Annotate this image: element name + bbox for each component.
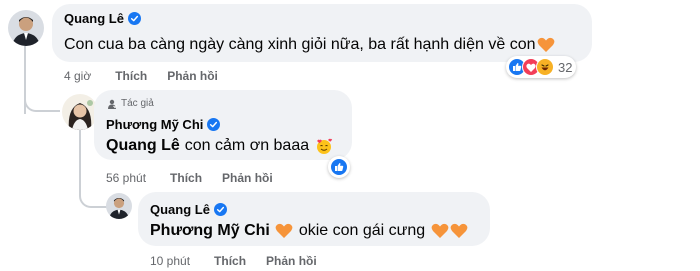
orange-heart-icon	[538, 37, 555, 52]
comment-author-3[interactable]: Quang Lê	[150, 202, 227, 217]
haha-reaction-icon	[536, 58, 554, 76]
verified-badge-icon	[207, 118, 221, 131]
comment-text-1: Con cua ba càng ngày càng xinh giỏi nữa,…	[64, 36, 555, 54]
reaction-count-1: 32	[558, 59, 573, 75]
like-reaction-icon	[330, 158, 348, 176]
comment-author-2[interactable]: Phương Mỹ Chi	[106, 117, 221, 132]
comment-time-1[interactable]: 4 giờ	[64, 69, 91, 83]
smiling-hearts-emoji-icon	[317, 138, 333, 154]
reply-button-1[interactable]: Phản hồi	[167, 69, 218, 83]
comment-author-1[interactable]: Quang Lê	[64, 11, 141, 26]
orange-heart-icon	[275, 223, 293, 238]
author-badge: Tác giả	[107, 98, 154, 109]
comment-actions-3: 10 phút Thích Phản hồi	[150, 254, 317, 268]
like-button-3[interactable]: Thích	[214, 254, 246, 268]
reply-button-2[interactable]: Phản hồi	[222, 171, 273, 185]
avatar-phuong-my-chi[interactable]	[62, 94, 98, 130]
thread-connector-2	[79, 160, 107, 208]
mention-quang-le[interactable]: Quang Lê	[106, 137, 180, 155]
verified-badge-icon	[213, 203, 227, 216]
reaction-summary-2[interactable]	[328, 156, 350, 178]
verified-badge-icon	[127, 12, 141, 25]
comment-text-3: Phương Mỹ Chi okie con gái cưng	[150, 222, 468, 240]
like-button-1[interactable]: Thích	[115, 69, 147, 83]
like-button-2[interactable]: Thích	[170, 171, 202, 185]
reaction-summary-1[interactable]: 32	[506, 56, 577, 78]
author-badge-icon	[108, 99, 117, 109]
comment-time-3[interactable]: 10 phút	[150, 254, 190, 268]
comment-text-2: Quang Lê con cảm ơn baaa	[106, 137, 333, 155]
comment-actions-2: 56 phút Thích Phản hồi	[106, 171, 273, 185]
orange-heart-icon	[431, 223, 449, 238]
orange-heart-icon	[450, 223, 468, 238]
avatar-quang-le[interactable]	[8, 10, 44, 46]
mention-phuong-my-chi[interactable]: Phương Mỹ Chi	[150, 222, 270, 240]
reply-button-3[interactable]: Phản hồi	[266, 254, 317, 268]
avatar-quang-le-reply[interactable]	[106, 193, 132, 219]
comment-actions-1: 4 giờ Thích Phản hồi	[64, 69, 218, 83]
comment-time-2[interactable]: 56 phút	[106, 171, 146, 185]
thread-connector-1	[24, 66, 60, 112]
